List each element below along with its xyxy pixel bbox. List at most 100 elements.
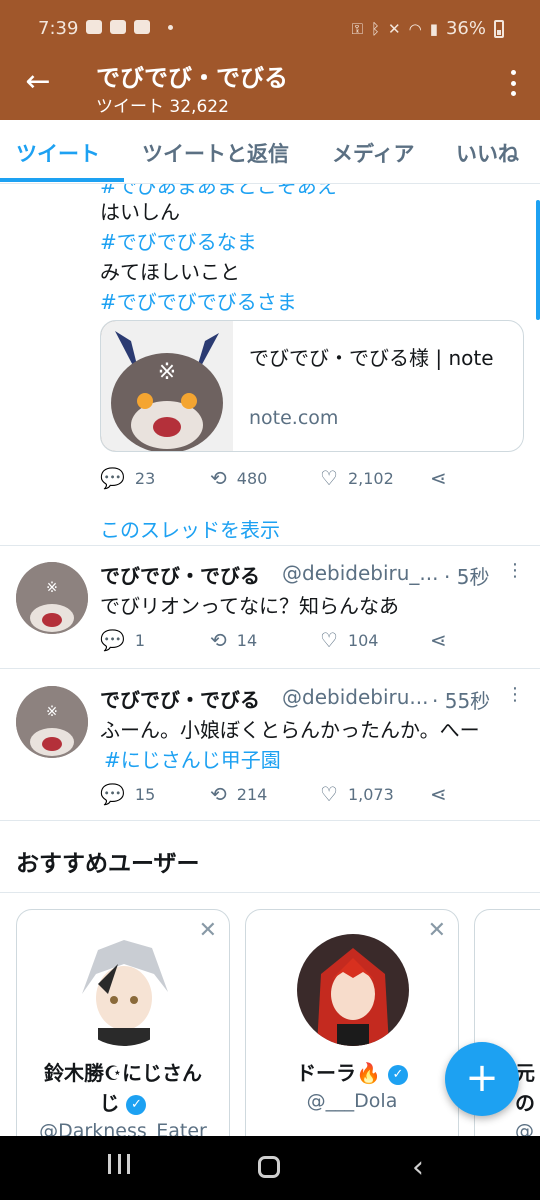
tab-tweets-and-replies[interactable]: ツイートと返信	[142, 138, 289, 168]
user-handle: @Darkness_Eater	[39, 1120, 207, 1136]
like-count: 1,073	[347, 784, 394, 804]
retweet-count: 480	[236, 468, 268, 488]
author-name[interactable]: でびでび・でびる	[100, 684, 260, 713]
tweet-more-icon[interactable]: ⋮	[506, 560, 524, 581]
retweet-button[interactable]: ⟲ 14	[210, 630, 257, 650]
tweet-count: ツイート 32,622	[96, 97, 229, 117]
card-title: でびでび・でびる様 | note	[249, 346, 494, 370]
like-button[interactable]: ♡ 2,102	[320, 468, 394, 488]
close-icon[interactable]: ✕	[199, 918, 217, 943]
user-name-line: じ	[99, 1091, 120, 1115]
gallery-icon	[134, 20, 150, 34]
user-card[interactable]: ✕ ドーラ🔥 ✓ @___Dola	[245, 909, 459, 1136]
author-handle[interactable]: @debidebiru_...	[282, 561, 438, 585]
user-name-line: 鈴木勝☪にじさん	[44, 1061, 202, 1085]
reply-icon: 💬	[100, 782, 125, 806]
author-name[interactable]: でびでび・でびる	[100, 560, 260, 589]
share-icon: ⋖	[430, 628, 447, 652]
page-title: でびでび・でびる	[96, 64, 288, 92]
svg-text:※: ※	[158, 360, 176, 385]
user-handle: @	[515, 1120, 534, 1136]
tweet-feed[interactable]: #でびあまあまとこそあえ はいしん #でびでびるなま みてほしいこと #でびでび…	[0, 184, 540, 1136]
tweet-text-line: みてほしいこと	[100, 260, 240, 284]
card-thumbnail: ※	[101, 321, 233, 451]
close-icon[interactable]: ✕	[428, 918, 446, 943]
share-button[interactable]: ⋖	[430, 630, 447, 650]
avatar[interactable]: ※	[16, 686, 88, 758]
retweet-button[interactable]: ⟲ 480	[210, 468, 267, 488]
author-handle[interactable]: @debidebiru...	[282, 685, 428, 709]
like-button[interactable]: ♡ 1,073	[320, 784, 394, 804]
reply-count: 23	[134, 468, 156, 488]
profile-tabs: ツイート ツイートと返信 メディア いいね	[0, 120, 540, 184]
card-domain: note.com	[249, 407, 339, 429]
reply-count: 1	[134, 630, 146, 650]
tweet-text: ふーん。小娘ぼくとらんかったんか。へー	[100, 718, 480, 742]
tweet-actions: 💬 1 ⟲ 14 ♡ 104 ⋖	[100, 630, 460, 660]
section-separator	[0, 820, 540, 830]
reply-button[interactable]: 💬 23	[100, 468, 155, 488]
svg-text:※: ※	[46, 580, 58, 596]
heart-icon: ♡	[320, 628, 338, 652]
tweet-text: でびリオンってなに？知らんなあ	[100, 594, 399, 618]
avatar[interactable]: ※	[16, 562, 88, 634]
reply-button[interactable]: 💬 1	[100, 630, 145, 650]
hashtag-link[interactable]: #にじさんじ甲子園	[104, 744, 281, 773]
divider	[0, 668, 540, 669]
more-notifications-icon	[168, 24, 173, 30]
link-preview-card[interactable]: ※ でびでび・でびる様 | note note.com	[100, 320, 524, 452]
divider	[0, 892, 540, 893]
retweet-icon: ⟲	[210, 628, 227, 652]
tab-media[interactable]: メディア	[332, 138, 415, 168]
recommended-users-title: おすすめユーザー	[16, 851, 200, 877]
reply-button[interactable]: 💬 15	[100, 784, 155, 804]
tweet-text-line: はいしん	[100, 200, 180, 224]
user-card[interactable]: ✕ 鈴木勝☪にじさん じ ✓ @Darkness_Eater	[16, 909, 230, 1136]
tweet-actions: 💬 15 ⟲ 214 ♡ 1,073 ⋖	[100, 784, 460, 814]
compose-tweet-button[interactable]: +	[445, 1042, 519, 1116]
mute-icon: ✕	[388, 19, 401, 38]
like-button[interactable]: ♡ 104	[320, 630, 378, 650]
profile-header: ← でびでび・でびる ツイート 32,622	[0, 60, 540, 120]
user-name-line: の	[515, 1091, 535, 1115]
home-icon[interactable]	[258, 1156, 280, 1178]
avatar[interactable]	[68, 934, 180, 1046]
tab-likes[interactable]: いいね	[456, 138, 519, 168]
verified-icon: ✓	[126, 1094, 147, 1115]
user-handle: @___Dola	[306, 1090, 398, 1112]
reply-icon: 💬	[100, 466, 125, 490]
share-icon: ⋖	[430, 782, 447, 806]
youtube-icon	[86, 20, 102, 34]
back-icon[interactable]: ‹	[412, 1150, 424, 1185]
verified-icon: ✓	[387, 1064, 408, 1085]
recent-apps-icon[interactable]	[108, 1154, 130, 1176]
share-button[interactable]: ⋖	[430, 784, 447, 804]
back-arrow-icon[interactable]: ←	[20, 66, 56, 102]
tab-tweets[interactable]: ツイート	[16, 138, 100, 168]
key-icon: ⚿	[351, 19, 364, 38]
like-count: 2,102	[347, 468, 394, 488]
show-thread-link[interactable]: このスレッドを表示	[100, 514, 280, 543]
user-name: 鈴木勝☪にじさん じ ✓	[17, 1058, 229, 1118]
avatar[interactable]	[297, 934, 409, 1046]
scrollbar[interactable]	[536, 200, 540, 320]
hashtag-link[interactable]: #でびでびるなま	[100, 226, 257, 255]
like-count: 104	[347, 630, 379, 650]
active-tab-indicator	[0, 178, 124, 182]
gmail-icon	[110, 20, 126, 34]
retweet-button[interactable]: ⟲ 214	[210, 784, 267, 804]
wifi-icon: ◠	[408, 19, 422, 38]
heart-icon: ♡	[320, 466, 338, 490]
heart-icon: ♡	[320, 782, 338, 806]
hashtag-link[interactable]: #でびでびでびるさま	[100, 286, 297, 315]
signal-icon: ▮	[429, 19, 438, 38]
retweet-count: 14	[236, 630, 258, 650]
svg-text:※: ※	[46, 704, 58, 720]
system-nav-bar: ‹	[0, 1136, 540, 1200]
reply-icon: 💬	[100, 628, 125, 652]
tweet-more-icon[interactable]: ⋮	[506, 684, 524, 705]
share-button[interactable]: ⋖	[430, 468, 447, 488]
tweet-time: · 55秒	[432, 689, 491, 713]
overflow-menu-icon[interactable]	[508, 70, 518, 96]
divider	[0, 545, 540, 546]
